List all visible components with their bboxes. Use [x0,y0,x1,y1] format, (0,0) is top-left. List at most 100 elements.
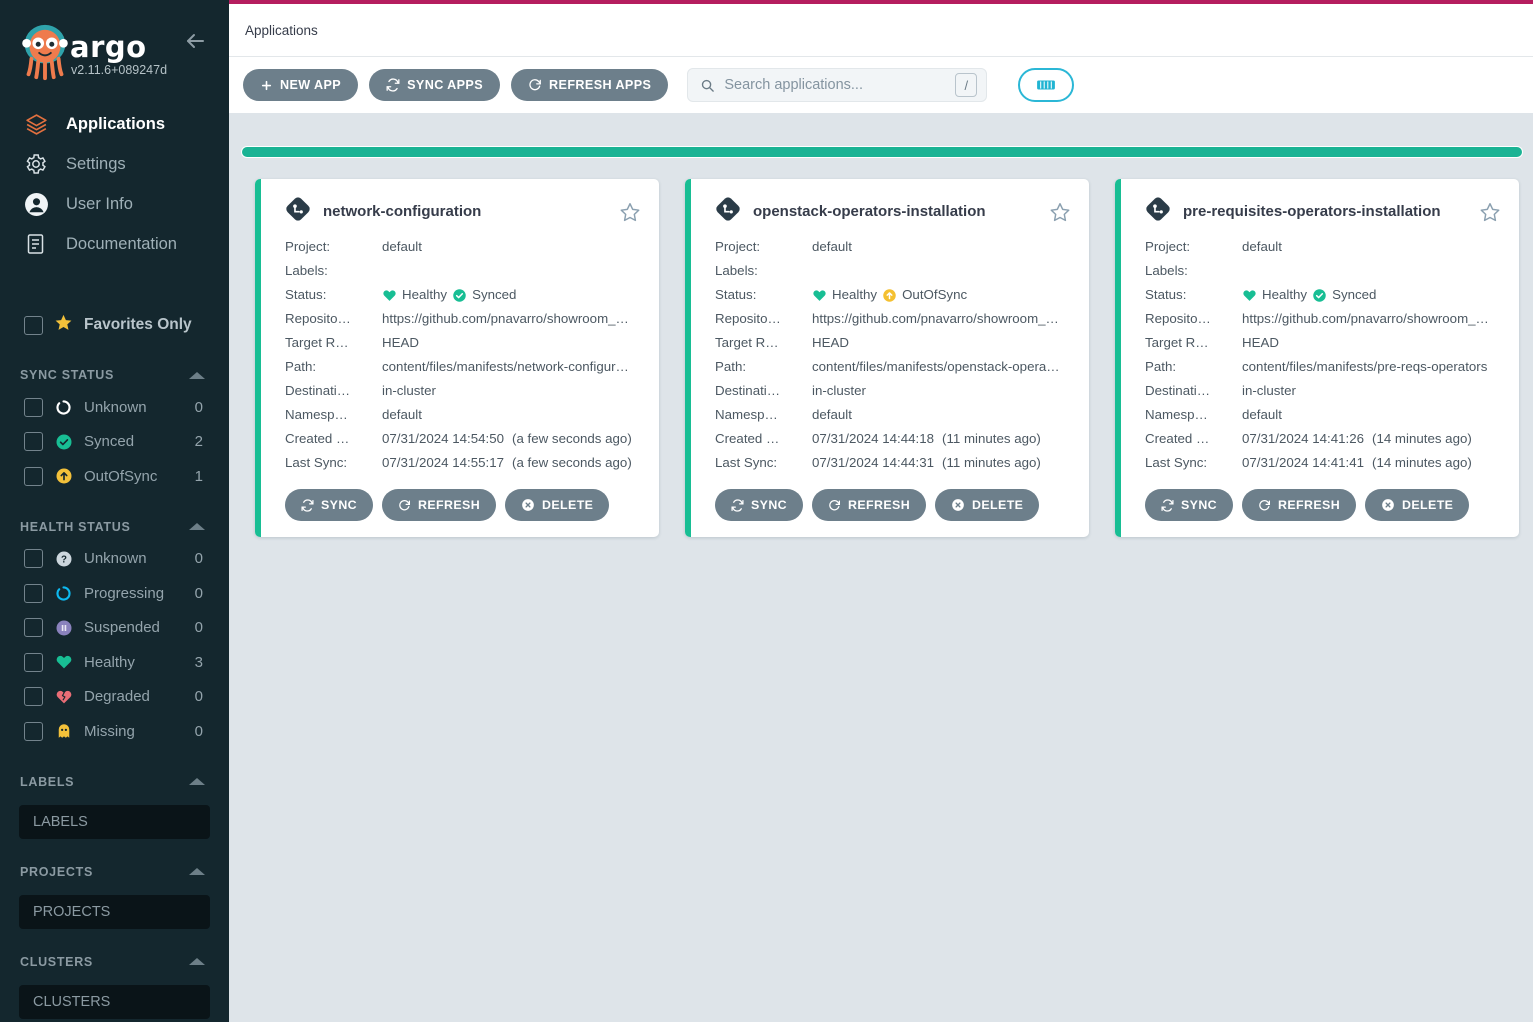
chevron-up-icon[interactable] [189,778,205,785]
favorites-only-filter[interactable]: Favorites Only [0,308,229,342]
row-key: Reposito… [1145,307,1242,331]
last-sync-ago-value: (11 minutes ago) [934,451,1041,475]
refresh-apps-button[interactable]: REFRESH APPS [511,69,668,101]
sync-icon [386,78,400,92]
card-delete-label: DELETE [1402,498,1453,512]
filter-count: 0 [195,399,229,416]
chevron-up-icon[interactable] [189,372,205,379]
card-sync-button[interactable]: SYNC [715,489,803,521]
health-filter-unknown[interactable]: ? Unknown 0 [0,542,229,577]
arrow-left-icon[interactable] [183,29,207,53]
sync-filter-unknown[interactable]: Unknown 0 [0,390,229,425]
favorites-only-checkbox[interactable] [24,316,43,335]
card-delete-button[interactable]: DELETE [1365,489,1469,521]
labels-title: LABELS [20,775,74,789]
health-status-section-header[interactable]: HEALTH STATUS [0,512,229,542]
card-refresh-button[interactable]: REFRESH [1242,489,1356,521]
argo-octopus-logo [14,20,76,82]
checkbox[interactable] [24,722,43,741]
card-sync-button[interactable]: SYNC [285,489,373,521]
new-app-button[interactable]: NEW APP [243,69,358,101]
sync-status-title: SYNC STATUS [20,368,114,382]
sync-apps-button[interactable]: SYNC APPS [369,69,500,101]
checkbox[interactable] [24,549,43,568]
favorite-star-icon[interactable] [1049,201,1071,223]
checkbox[interactable] [24,467,43,486]
row-namespace: Namesp… default [715,403,1071,427]
filter-count: 3 [195,654,229,671]
sidebar-item-applications[interactable]: Applications [0,104,229,144]
chevron-up-icon[interactable] [189,868,205,875]
path-value: content/files/manifests/network-configur… [382,355,629,379]
sync-status-text: Synced [1332,283,1376,307]
chevron-up-icon[interactable] [189,958,205,965]
search-box[interactable]: / [687,68,987,102]
sync-status-section-header[interactable]: SYNC STATUS [0,360,229,390]
card-sync-button[interactable]: SYNC [1145,489,1233,521]
target-revision-value: HEAD [1242,331,1279,355]
namespace-value: default [382,403,422,427]
health-filter-missing[interactable]: Missing 0 [0,714,229,749]
checkbox[interactable] [24,687,43,706]
card-delete-button[interactable]: DELETE [505,489,609,521]
row-created-at: Created … 07/31/2024 14:41:26 (14 minute… [1145,427,1501,451]
tiles-view-icon[interactable] [1018,68,1074,102]
clusters-input[interactable]: CLUSTERS [19,985,210,1019]
heart-icon [54,653,73,672]
card-refresh-button[interactable]: REFRESH [812,489,926,521]
sync-filter-synced[interactable]: Synced 2 [0,425,229,460]
application-card[interactable]: openstack-operators-installation Project… [685,179,1089,537]
labels-input[interactable]: LABELS [19,805,210,839]
target-revision-value: HEAD [812,331,849,355]
checkbox[interactable] [24,398,43,417]
repository-value: https://github.com/pnavarro/showroom_… [1242,307,1489,331]
checkbox[interactable] [24,653,43,672]
health-filter-suspended[interactable]: Suspended 0 [0,611,229,646]
search-input[interactable] [724,77,946,93]
brand-name: argo [70,30,147,64]
application-card[interactable]: network-configuration Project: default L… [255,179,659,537]
sidebar-item-documentation[interactable]: Documentation [0,224,229,264]
labels-section-header[interactable]: LABELS [0,767,229,797]
checkbox[interactable] [24,432,43,451]
checkbox[interactable] [24,618,43,637]
projects-input[interactable]: PROJECTS [19,895,210,929]
sync-filter-outofsync[interactable]: OutOfSync 1 [0,459,229,494]
row-destination: Destinati… in-cluster [285,379,641,403]
sidebar-item-user-info[interactable]: User Info [0,184,229,224]
row-namespace: Namesp… default [285,403,641,427]
card-delete-label: DELETE [972,498,1023,512]
row-key: Path: [285,355,382,379]
sync-status-text: OutOfSync [902,283,967,307]
destination-value: in-cluster [812,379,866,403]
sidebar-item-label: Settings [66,155,126,174]
row-last-sync: Last Sync: 07/31/2024 14:41:41 (14 minut… [1145,451,1501,475]
favorite-star-icon[interactable] [619,201,641,223]
filter-label: Suspended [84,619,184,636]
filter-label: Synced [84,433,184,450]
row-key: Status: [285,283,382,307]
refresh-icon [528,78,542,92]
favorite-star-icon[interactable] [1479,201,1501,223]
arrow-up-circle-icon [54,467,73,486]
clusters-section-header[interactable]: CLUSTERS [0,947,229,977]
health-filter-progressing[interactable]: Progressing 0 [0,576,229,611]
application-card[interactable]: pre-requisites-operators-installation Pr… [1115,179,1519,537]
card-delete-button[interactable]: DELETE [935,489,1039,521]
project-value: default [1242,235,1282,259]
health-status-text: Healthy [402,283,447,307]
health-filter-degraded[interactable]: Degraded 0 [0,680,229,715]
sidebar: argo v2.11.6+089247d Applications [0,0,229,1022]
row-target-revision: Target R… HEAD [1145,331,1501,355]
health-filter-healthy[interactable]: Healthy 3 [0,645,229,680]
sidebar-item-settings[interactable]: Settings [0,144,229,184]
sidebar-nav: Applications Settings [0,104,229,264]
last-sync-value: 07/31/2024 14:41:41 [1242,451,1364,475]
card-refresh-button[interactable]: REFRESH [382,489,496,521]
checkbox[interactable] [24,584,43,603]
card-actions: SYNC REFRESH DELETE [715,475,1071,521]
health-accent-stripe [685,179,691,537]
row-key: Project: [715,235,812,259]
chevron-up-icon[interactable] [189,523,205,530]
projects-section-header[interactable]: PROJECTS [0,857,229,887]
